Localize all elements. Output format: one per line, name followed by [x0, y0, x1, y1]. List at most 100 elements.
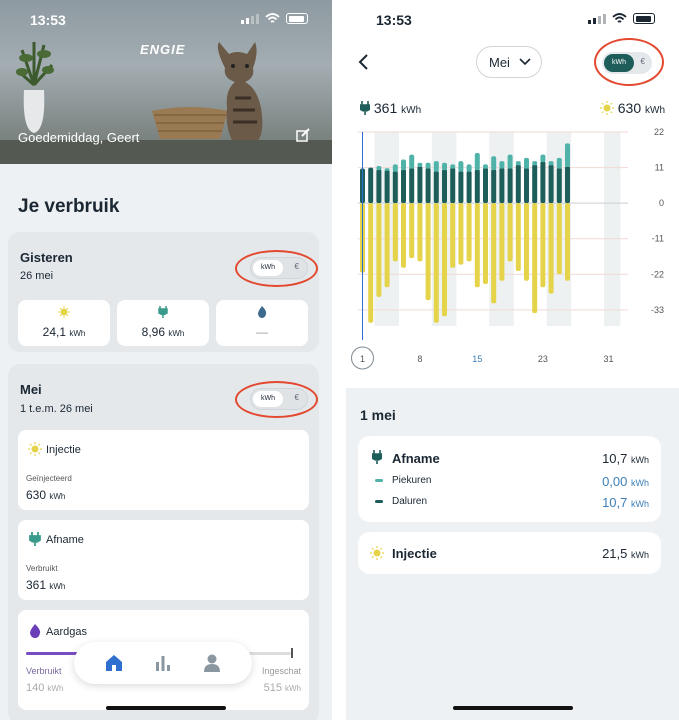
bar-piekuren — [515, 161, 521, 166]
status-bar: 13:53 — [0, 10, 332, 30]
bar-piekuren — [507, 154, 513, 169]
yesterday-title: Gisteren — [20, 250, 73, 265]
wifi-icon — [612, 13, 627, 23]
tile-value: — — [256, 325, 268, 339]
bar-injectie — [401, 203, 406, 268]
bar-daluren — [392, 170, 398, 204]
cat-image — [217, 42, 263, 142]
injectie-detail-title: Injectie — [392, 546, 437, 561]
bar-daluren — [433, 170, 439, 204]
piekuren-unit: kWh — [631, 478, 649, 488]
bar-daluren — [548, 164, 554, 204]
wifi-icon — [265, 13, 280, 23]
bar-piekuren — [532, 161, 538, 166]
signal-icon — [588, 13, 606, 24]
daluren-legend-dot — [375, 500, 383, 503]
bar-piekuren — [556, 157, 562, 169]
bar-daluren — [368, 167, 374, 204]
piekuren-value: 0,00 — [602, 474, 628, 489]
edit-icon[interactable] — [296, 128, 310, 142]
plug-icon — [158, 306, 168, 318]
bar-daluren — [458, 170, 464, 204]
tile-afname[interactable]: 8,96 kWh — [117, 300, 209, 346]
selected-day-title: 1 mei — [360, 407, 396, 423]
aardgas-value-left: 140 — [26, 682, 45, 694]
bar-daluren — [483, 167, 488, 204]
bar-piekuren — [540, 154, 546, 163]
piekuren-label: Piekuren — [392, 475, 432, 486]
right-screen: 13:53 Mei kWh € 361 kWh 630 kWh 22 11 0 -11… — [346, 0, 679, 720]
bar-injectie — [565, 203, 570, 281]
bar-daluren — [384, 169, 390, 204]
bar-piekuren — [524, 157, 529, 169]
consumption-chart[interactable]: 22 11 0 -11 -22 -33 1 8 15 23 31 — [346, 126, 679, 378]
injectie-card[interactable]: Injectie Geïnjecteerd 630 kWh — [18, 430, 309, 510]
bar-daluren — [524, 167, 529, 204]
afname-unit: kWh — [49, 582, 66, 591]
month-range: 1 t.e.m. 26 mei — [20, 403, 93, 415]
back-chevron-icon[interactable] — [358, 54, 370, 70]
bar-piekuren — [499, 161, 505, 169]
bar-piekuren — [409, 154, 415, 169]
afname-card[interactable]: Afname Verbruikt 361 kWh — [18, 520, 309, 600]
status-time: 13:53 — [376, 12, 412, 28]
bar-daluren — [499, 167, 505, 204]
tile-gas[interactable]: — — [216, 300, 308, 346]
bar-daluren — [507, 167, 513, 204]
home-indicator — [106, 706, 226, 710]
bar-daluren — [466, 170, 472, 204]
y-tick-label: 11 — [655, 163, 664, 173]
sun-icon — [599, 101, 614, 115]
bar-daluren — [556, 167, 562, 204]
x-tick-label: 15 — [472, 354, 482, 364]
home-indicator — [452, 706, 573, 710]
signal-icon — [241, 13, 259, 24]
aardgas-label-right: Ingeschat — [261, 666, 301, 676]
tile-injectie[interactable]: 24,1 kWh — [18, 300, 110, 346]
bar-daluren — [565, 165, 570, 204]
flame-icon — [30, 624, 41, 638]
bar-piekuren — [491, 156, 497, 171]
daluren-unit: kWh — [631, 499, 649, 509]
tile-unit: kWh — [69, 329, 86, 338]
chart-icon[interactable] — [153, 653, 173, 673]
y-tick-label: 22 — [654, 127, 664, 137]
bar-piekuren — [392, 164, 398, 172]
battery-icon — [633, 13, 655, 24]
bar-daluren — [376, 169, 382, 204]
home-icon[interactable] — [104, 653, 124, 673]
bar-injectie — [491, 203, 497, 304]
bar-piekuren — [401, 159, 406, 171]
bar-injectie — [483, 203, 488, 284]
aardgas-label-left: Verbruikt — [26, 666, 62, 676]
tile-unit: kWh — [168, 329, 185, 338]
bar-piekuren — [442, 162, 447, 171]
y-tick-label: -33 — [651, 305, 664, 315]
aardgas-value-right: 515 — [263, 682, 282, 694]
injectie-unit: kWh — [49, 492, 66, 501]
y-tick-label: -22 — [651, 269, 664, 279]
y-tick-label: 0 — [659, 198, 664, 208]
afname-label: Verbruikt — [26, 564, 58, 573]
piekuren-legend-dot — [375, 479, 383, 482]
aardgas-unit-left: kWh — [47, 684, 64, 693]
bar-piekuren — [474, 153, 480, 171]
bar-injectie — [466, 203, 472, 262]
profile-icon[interactable] — [202, 653, 222, 673]
afname-detail-card: Afname 10,7 kWh Piekuren 0,00 kWh Dalure… — [358, 436, 661, 522]
bar-injectie — [376, 203, 382, 297]
bar-piekuren — [450, 164, 456, 169]
injectie-label: Geïnjecteerd — [26, 474, 72, 483]
month-select[interactable]: Mei — [476, 46, 542, 78]
bar-daluren — [417, 165, 423, 204]
injectie-detail-value: 21,5 — [602, 546, 628, 561]
status-bar: 13:53 — [346, 10, 679, 30]
bar-piekuren — [548, 161, 554, 166]
bar-daluren — [532, 164, 538, 204]
highlight-circle — [594, 38, 664, 86]
bar-daluren — [474, 169, 480, 204]
total-afname-unit: kWh — [401, 105, 422, 116]
bar-injectie — [425, 203, 431, 301]
chevron-down-icon — [519, 58, 531, 66]
month-select-label: Mei — [489, 55, 510, 70]
